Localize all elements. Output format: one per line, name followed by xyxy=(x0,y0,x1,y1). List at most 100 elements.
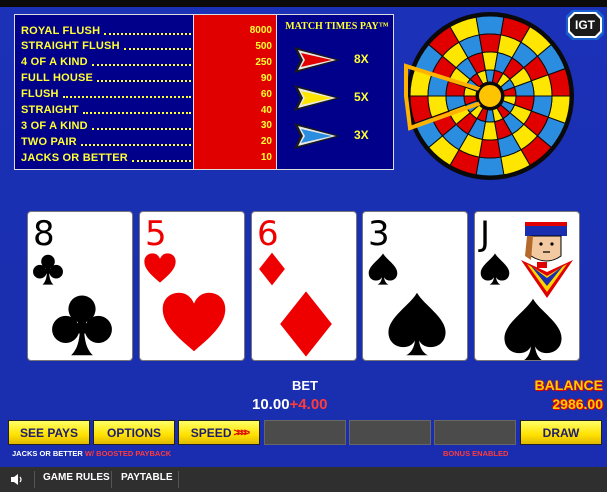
card-8-of-clubs[interactable]: 8 xyxy=(27,211,133,361)
hand-payout: 30 xyxy=(260,120,272,132)
spade-icon xyxy=(504,298,562,360)
top-bar xyxy=(0,0,607,7)
empty-button-3 xyxy=(434,420,516,445)
diamond-icon xyxy=(280,291,332,357)
dot-leader xyxy=(97,80,191,83)
wheel-segment xyxy=(475,156,505,177)
dot-leader xyxy=(104,32,191,35)
bet-bonus-value: +4.00 xyxy=(289,396,328,413)
spade-icon xyxy=(480,253,510,285)
red-dart-icon xyxy=(294,47,340,73)
heart-icon xyxy=(162,292,226,352)
bet-label: BET xyxy=(292,378,318,393)
game-rules-link[interactable]: GAME RULES xyxy=(43,472,110,483)
jack-portrait-icon xyxy=(521,222,573,298)
hand-name: FLUSH xyxy=(21,88,59,101)
card-rank: 5 xyxy=(145,214,167,254)
paytable-payout-column: 8000 500 250 90 60 40 30 20 10 xyxy=(193,15,277,169)
speed-arrows-icon: >>>> xyxy=(233,426,250,439)
igt-logo: IGT xyxy=(566,10,604,40)
speed-label: SPEED xyxy=(190,425,232,440)
balance-value: 2986.00 xyxy=(552,396,603,412)
bonus-wheel xyxy=(404,12,574,180)
hand-name: STRAIGHT FLUSH xyxy=(21,40,120,53)
dot-leader xyxy=(80,143,191,146)
paytable-row: TWO PAIR xyxy=(21,134,193,149)
hand-payout: 8000 xyxy=(249,25,272,36)
balance-label: BALANCE xyxy=(534,377,603,393)
card-rank: J xyxy=(480,214,491,254)
empty-button-2 xyxy=(349,420,431,445)
card-rank: 3 xyxy=(368,214,390,254)
game-name-text: JACKS OR BETTER xyxy=(12,449,83,458)
hand-payout: 90 xyxy=(260,72,272,84)
paytable-row: STRAIGHT FLUSH xyxy=(21,39,193,54)
wheel-segment xyxy=(478,138,502,159)
wheel-segment xyxy=(478,33,502,54)
diamond-icon xyxy=(259,252,285,286)
club-icon xyxy=(52,295,112,356)
bonus-status: BONUS ENABLED xyxy=(443,449,509,458)
bet-amount: 10.00+4.00 xyxy=(252,396,362,413)
hand-name: FULL HOUSE xyxy=(21,72,94,85)
paytable-row: STRAIGHT xyxy=(21,103,193,118)
yellow-dart-icon xyxy=(294,85,340,111)
heart-icon xyxy=(144,253,176,283)
hand-name: JACKS OR BETTER xyxy=(21,151,128,164)
paytable-row: JACKS OR BETTER xyxy=(21,150,193,165)
dot-leader xyxy=(123,48,191,51)
hand-payout: 10 xyxy=(260,152,272,164)
footer-bar: GAME RULES PAYTABLE xyxy=(0,467,607,492)
hand-name: STRAIGHT xyxy=(21,104,79,116)
paytable-row: FULL HOUSE xyxy=(21,71,193,86)
card-J-of-spades[interactable]: J xyxy=(474,211,580,361)
paytable-row: 4 OF A KIND xyxy=(21,55,193,70)
game-name: JACKS OR BETTER W/ BOOSTED PAYBACK xyxy=(12,449,171,458)
card-rank: 6 xyxy=(257,214,279,254)
dot-leader xyxy=(91,127,191,130)
multiplier-5x: 5X xyxy=(354,90,369,104)
dot-leader xyxy=(82,112,191,114)
paytable-link[interactable]: PAYTABLE xyxy=(121,472,173,483)
club-icon xyxy=(33,254,63,285)
footer-divider xyxy=(178,471,179,488)
hand-name: 4 OF A KIND xyxy=(21,56,88,69)
hand-payout: 40 xyxy=(260,104,272,116)
paytable-hand-names: ROYAL FLUSH STRAIGHT FLUSH 4 OF A KIND FULL… xyxy=(15,15,193,169)
card-rank: 8 xyxy=(33,214,55,254)
hand-payout: 60 xyxy=(260,88,272,100)
card-3-of-spades[interactable]: 3 xyxy=(362,211,468,361)
hand-payout: 20 xyxy=(260,136,272,148)
dot-leader xyxy=(131,159,191,162)
hand-name: TWO PAIR xyxy=(21,135,77,148)
bet-value: 10.00 xyxy=(252,396,290,413)
multiplier-3x: 3X xyxy=(354,128,369,142)
paytable-row: FLUSH xyxy=(21,87,193,102)
card-5-of-hearts[interactable]: 5 xyxy=(139,211,245,361)
speaker-icon[interactable] xyxy=(10,473,24,486)
hand-name: ROYAL FLUSH xyxy=(21,24,101,37)
match-times-pay-panel: MATCH TIMES PAY™ 8X 5X 3X xyxy=(278,15,394,169)
hand-name: 3 OF A KIND xyxy=(21,119,88,132)
wheel-segment xyxy=(475,15,505,36)
match-times-pay-title: MATCH TIMES PAY™ xyxy=(285,21,389,32)
spade-icon xyxy=(368,253,398,285)
paytable-row: 3 OF A KIND xyxy=(21,118,193,133)
speed-button[interactable]: SPEED >>>> xyxy=(178,420,260,445)
footer-divider xyxy=(34,471,35,488)
hand-payout: 250 xyxy=(255,56,272,68)
options-button[interactable]: OPTIONS xyxy=(93,420,175,445)
spade-icon xyxy=(388,292,446,356)
draw-button[interactable]: DRAW xyxy=(520,420,602,445)
wheel-hub xyxy=(477,83,503,109)
footer-divider xyxy=(111,471,112,488)
see-pays-button[interactable]: SEE PAYS xyxy=(8,420,90,445)
svg-text:IGT: IGT xyxy=(575,18,596,32)
game-variant-text: W/ BOOSTED PAYBACK xyxy=(82,449,172,458)
paytable: ROYAL FLUSH STRAIGHT FLUSH 4 OF A KIND FULL… xyxy=(14,14,394,170)
card-6-of-diamonds[interactable]: 6 xyxy=(251,211,357,361)
multiplier-8x: 8X xyxy=(354,52,369,66)
dot-leader xyxy=(91,64,191,67)
paytable-row: ROYAL FLUSH xyxy=(21,23,193,38)
dot-leader xyxy=(62,96,191,99)
